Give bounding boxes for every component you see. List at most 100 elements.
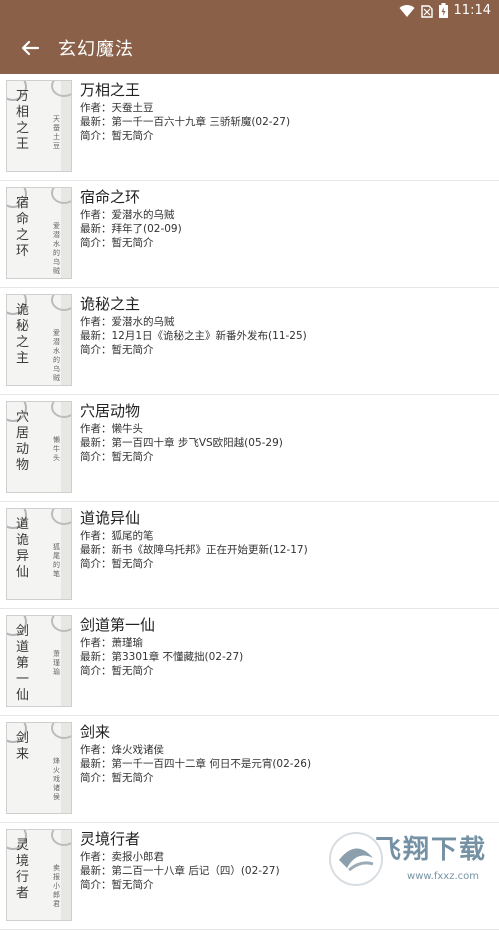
book-row[interactable]: 万相之王 天蚕土豆 万相之王 作者：天蚕土豆 最新：第一千一百六十九章 三骄斩魔(02-…	[0, 74, 499, 181]
book-author-line: 作者：爱潜水的乌贼	[80, 315, 491, 329]
latest-label: 最新：	[80, 223, 112, 235]
intro-label: 简介：	[80, 665, 112, 677]
book-author-line: 作者：懒牛头	[80, 422, 491, 436]
intro-label: 简介：	[80, 237, 112, 249]
book-intro-line: 简介：暂无简介	[80, 557, 491, 571]
author-label: 作者：	[80, 102, 112, 114]
author-label: 作者：	[80, 530, 112, 542]
book-author: 卖报小郎君	[111, 851, 165, 863]
book-intro: 暂无简介	[111, 451, 154, 463]
book-intro: 暂无简介	[111, 665, 154, 677]
cover-ornament-icon	[51, 81, 71, 97]
book-latest-chapter: 第一千一百六十九章 三骄斩魔(02-27)	[111, 116, 291, 128]
book-latest-line: 最新：拜年了(02-09)	[80, 222, 491, 236]
book-title: 穴居动物	[80, 402, 141, 420]
book-intro-line: 简介：暂无简介	[80, 343, 491, 357]
book-info: 道诡异仙作者：狐尾的笔 最新：新书《故障乌托邦》正在开始更新(12-17) 简介：暂…	[80, 507, 491, 571]
intro-label: 简介：	[80, 772, 112, 784]
book-latest-line: 最新：第一千一百六十九章 三骄斩魔(02-27)	[80, 115, 491, 129]
wifi-icon	[399, 4, 415, 17]
author-label: 作者：	[80, 423, 112, 435]
author-label: 作者：	[80, 744, 112, 756]
intro-label: 简介：	[80, 558, 112, 570]
latest-label: 最新：	[80, 330, 112, 342]
status-bar: 11:14	[0, 0, 499, 22]
book-latest-chapter: 第一千一百四十二章 何日不是元宵(02-26)	[111, 758, 312, 770]
back-arrow-icon[interactable]	[16, 34, 44, 62]
book-cover: 万相之王 天蚕土豆	[6, 80, 72, 172]
book-intro-line: 简介：暂无简介	[80, 450, 491, 464]
page-title: 玄幻魔法	[58, 39, 134, 60]
book-title: 道诡异仙	[80, 509, 141, 527]
book-row[interactable]: 诡秘之主 爱潜水的乌贼 诡秘之主 作者：爱潜水的乌贼 最新：12月1日《诡秘之主》新番外…	[0, 288, 499, 395]
book-title: 宿命之环	[80, 188, 141, 206]
book-intro: 暂无简介	[111, 879, 154, 891]
book-latest-line: 最新：第一百四十章 步飞VS欧阳越(05-29)	[80, 436, 491, 450]
book-author-line: 作者：爱潜水的乌贼	[80, 208, 491, 222]
battery-charging-icon	[438, 3, 448, 18]
book-cover: 诡秘之主 爱潜水的乌贼	[6, 294, 72, 386]
cover-author: 狐尾的笔	[53, 543, 60, 578]
intro-label: 简介：	[80, 344, 112, 356]
latest-label: 最新：	[80, 651, 112, 663]
cover-author: 烽火戏诸侯	[53, 757, 60, 801]
book-author: 懒牛头	[111, 423, 144, 435]
book-cover: 宿命之环 爱潜水的乌贼	[6, 187, 72, 279]
book-latest-line: 最新：第一千一百四十二章 何日不是元宵(02-26)	[80, 757, 491, 771]
book-row[interactable]: 宿命之环 爱潜水的乌贼 宿命之环 作者：爱潜水的乌贼 最新：拜年了(02-09) 简介：暂…	[0, 181, 499, 288]
clock: 11:14	[453, 3, 491, 18]
cover-ornament-icon	[51, 616, 71, 632]
no-sim-icon	[420, 4, 433, 18]
cover-author: 懒牛头	[53, 436, 60, 462]
cover-title: 宿命之环	[16, 196, 30, 259]
cover-author: 爱潜水的乌贼	[53, 222, 60, 275]
watermark-text: 飞翔下载	[374, 835, 487, 865]
cover-title: 剑来	[16, 731, 30, 762]
book-latest-chapter: 12月1日《诡秘之主》新番外发布(11-25)	[111, 330, 307, 342]
cover-title: 道诡异仙	[16, 517, 30, 580]
book-author-line: 作者：天蚕土豆	[80, 101, 491, 115]
book-intro-line: 简介：暂无简介	[80, 129, 491, 143]
book-intro: 暂无简介	[111, 237, 154, 249]
book-title: 剑道第一仙	[80, 616, 156, 634]
book-info: 剑道第一仙 作者：萧瑾瑜 最新：第3301章 不懂藏拙(02-27) 简介：暂无简介	[80, 614, 491, 678]
book-author: 狐尾的笔	[111, 530, 154, 542]
cover-author: 天蚕土豆	[53, 115, 60, 150]
book-intro-line: 简介：暂无简介	[80, 664, 491, 678]
book-row[interactable]: 剑道第一仙 萧瑾瑜 剑道第一仙 作者：萧瑾瑜 最新：第3301章 不懂藏拙(02-27)…	[0, 609, 499, 716]
book-list: 万相之王 天蚕土豆 万相之王 作者：天蚕土豆 最新：第一千一百六十九章 三骄斩魔(02-…	[0, 74, 499, 930]
book-intro-line: 简介：暂无简介	[80, 771, 491, 785]
cover-ornament-icon	[51, 830, 71, 846]
book-author: 烽火戏诸侯	[111, 744, 165, 756]
author-label: 作者：	[80, 851, 112, 863]
book-intro: 暂无简介	[111, 772, 154, 784]
latest-label: 最新：	[80, 758, 112, 770]
book-row[interactable]: 穴居动物 懒牛头 穴居动物 作者：懒牛头 最新：第一百四十章 步飞VS欧阳越(05-29…	[0, 395, 499, 502]
author-label: 作者：	[80, 316, 112, 328]
book-info: 宿命之环作者：爱潜水的乌贼 最新：拜年了(02-09) 简介：暂无简介	[80, 186, 491, 250]
book-author: 萧瑾瑜	[111, 637, 144, 649]
book-row[interactable]: 剑来 烽火戏诸侯 剑来 作者：烽火戏诸侯 最新：第一千一百四十二章 何日不是元宵(02-…	[0, 716, 499, 823]
book-latest-chapter: 第一百四十章 步飞VS欧阳越(05-29)	[111, 437, 283, 449]
author-label: 作者：	[80, 209, 112, 221]
book-latest-chapter: 新书《故障乌托邦》正在开始更新(12-17)	[111, 544, 308, 556]
app-bar: 玄幻魔法	[0, 22, 499, 74]
book-cover: 剑来烽火戏诸侯	[6, 722, 72, 814]
cover-title: 穴居动物	[16, 410, 30, 473]
cover-ornament-icon	[51, 723, 71, 739]
book-latest-line: 最新：新书《故障乌托邦》正在开始更新(12-17)	[80, 543, 491, 557]
book-cover: 穴居动物 懒牛头	[6, 401, 72, 493]
intro-label: 简介：	[80, 451, 112, 463]
author-label: 作者：	[80, 637, 112, 649]
watermark-subtext: www.fxxz.com	[407, 871, 479, 882]
cover-ornament-icon	[51, 509, 71, 525]
book-author-line: 作者：狐尾的笔	[80, 529, 491, 543]
book-info: 万相之王作者：天蚕土豆 最新：第一千一百六十九章 三骄斩魔(02-27) 简介：暂无…	[80, 79, 491, 143]
book-title: 万相之王	[80, 81, 141, 99]
latest-label: 最新：	[80, 437, 112, 449]
book-row[interactable]: 道诡异仙 狐尾的笔 道诡异仙 作者：狐尾的笔 最新：新书《故障乌托邦》正在开始更新(12…	[0, 502, 499, 609]
cover-author: 卖报小郎君	[53, 864, 60, 908]
book-author: 天蚕土豆	[111, 102, 154, 114]
intro-label: 简介：	[80, 879, 112, 891]
book-title: 剑来	[80, 723, 111, 741]
